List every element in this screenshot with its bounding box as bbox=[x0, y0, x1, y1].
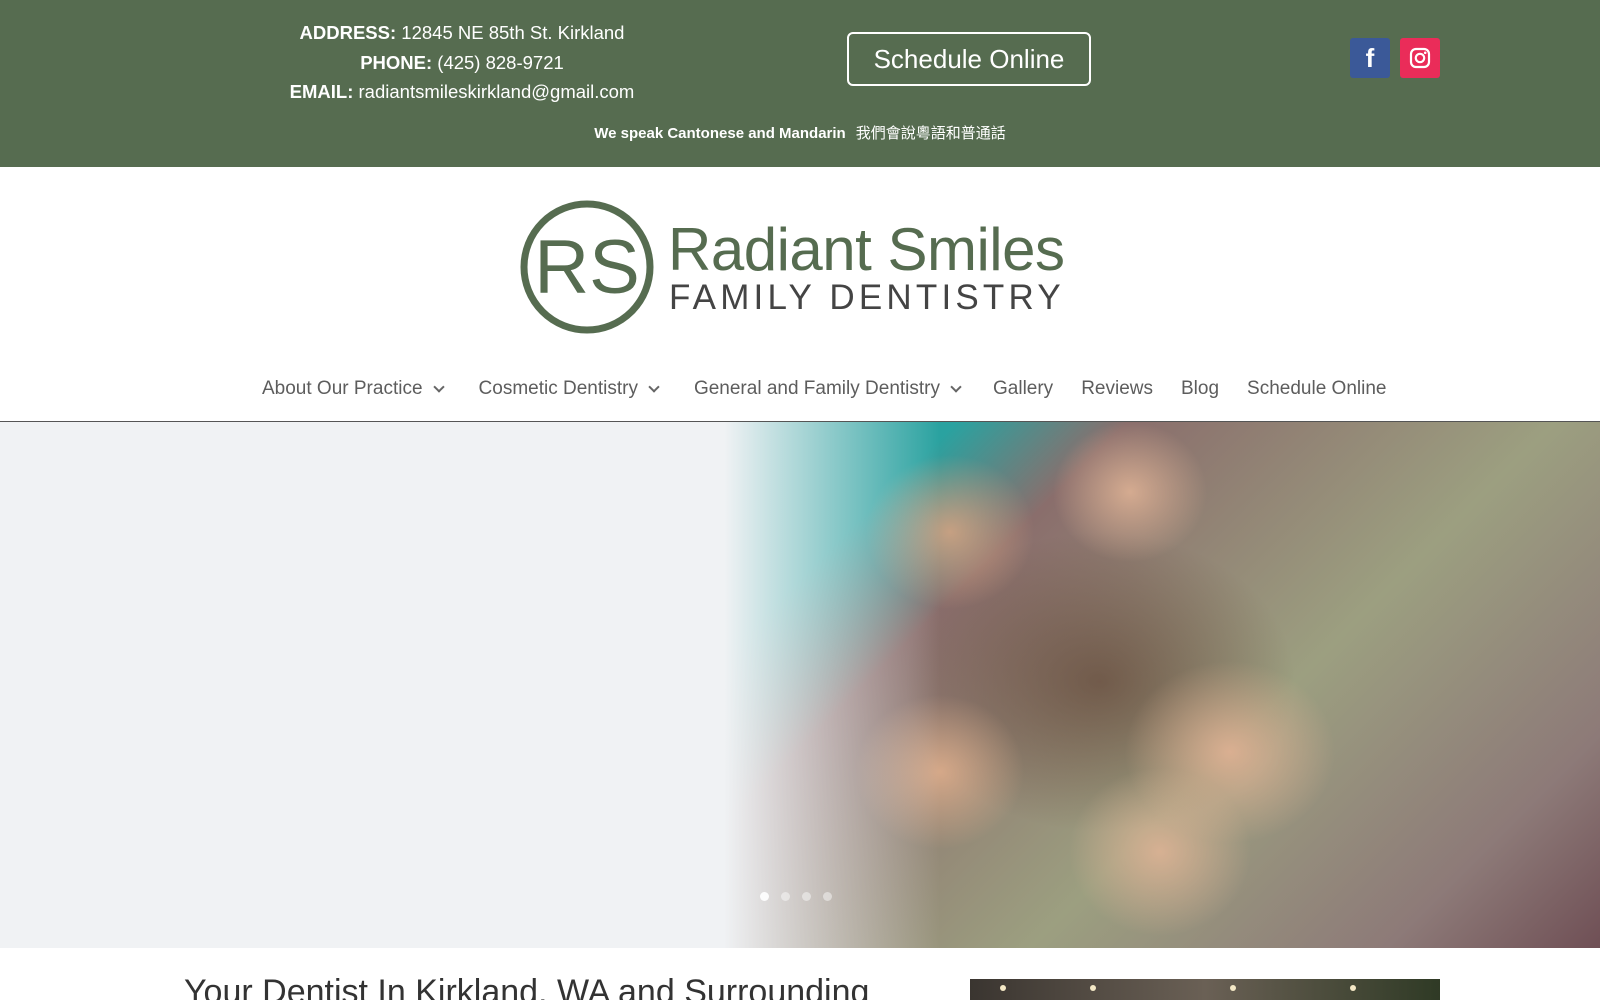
svg-text:RS: RS bbox=[534, 225, 640, 310]
address-value: 12845 NE 85th St. Kirkland bbox=[401, 22, 625, 43]
nav-item-label: Schedule Online bbox=[1247, 378, 1387, 399]
site-logo[interactable]: RS Radiant Smiles FAMILY DENTISTRY bbox=[518, 198, 1088, 336]
nav-item-label: General and Family Dentistry bbox=[693, 378, 940, 399]
instagram-link[interactable] bbox=[1400, 38, 1440, 78]
slider-dot[interactable] bbox=[760, 892, 769, 901]
ceiling-light bbox=[1230, 985, 1236, 991]
nav-item-blog[interactable]: Blog bbox=[1181, 378, 1219, 400]
nav-item-label: Gallery bbox=[993, 378, 1054, 399]
email-row: EMAIL: radiantsmileskirkland@gmail.com bbox=[262, 77, 662, 107]
slider-dot[interactable] bbox=[781, 892, 790, 901]
chevron-down-icon bbox=[950, 381, 962, 393]
nav-item-label: About Our Practice bbox=[262, 378, 423, 399]
nav-item-label: Reviews bbox=[1081, 378, 1153, 399]
address-row: ADDRESS: 12845 NE 85th St. Kirkland bbox=[262, 18, 662, 48]
languages-text: We speak Cantonese and Mandarin bbox=[594, 125, 846, 142]
facebook-icon: f bbox=[1365, 43, 1375, 73]
rs-monogram-icon: RS bbox=[520, 200, 654, 334]
logo-subtitle: FAMILY DENTISTRY bbox=[669, 278, 1065, 317]
slider-dot[interactable] bbox=[802, 892, 811, 901]
languages-text-chinese: 我們會說粵語和普通話 bbox=[855, 125, 1006, 142]
office-photo bbox=[970, 979, 1440, 1000]
slider-dot[interactable] bbox=[823, 892, 832, 901]
contact-info: ADDRESS: 12845 NE 85th St. Kirkland PHON… bbox=[262, 18, 662, 107]
phone-row: PHONE: (425) 828-9721 bbox=[262, 48, 662, 78]
chevron-down-icon bbox=[432, 381, 445, 393]
page-headline: Your Dentist In Kirkland, WA and Surroun… bbox=[184, 973, 870, 1000]
logo-name: Radiant Smiles bbox=[668, 216, 1065, 283]
top-contact-bar: ADDRESS: 12845 NE 85th St. Kirkland PHON… bbox=[0, 0, 1600, 167]
nav-item-about[interactable]: About Our Practice bbox=[262, 378, 445, 400]
phone-value[interactable]: (425) 828-9721 bbox=[437, 52, 564, 73]
email-value[interactable]: radiantsmileskirkland@gmail.com bbox=[359, 81, 635, 102]
main-navigation: About Our Practice Cosmetic Dentistry Ge… bbox=[0, 370, 1600, 422]
slider-dots bbox=[760, 892, 832, 901]
languages-note: We speak Cantonese and Mandarin 我們會說粵語和普通… bbox=[0, 122, 1600, 143]
hero-slider bbox=[0, 422, 1600, 948]
hero-image-fade bbox=[700, 422, 940, 948]
nav-item-gallery[interactable]: Gallery bbox=[993, 378, 1053, 400]
nav-menu: About Our Practice Cosmetic Dentistry Ge… bbox=[262, 378, 1386, 400]
ceiling-light bbox=[1350, 985, 1356, 991]
ceiling-light bbox=[1000, 985, 1006, 991]
ceiling-light bbox=[1090, 985, 1096, 991]
nav-item-label: Blog bbox=[1181, 378, 1220, 399]
facebook-link[interactable]: f bbox=[1350, 38, 1390, 78]
address-label: ADDRESS: bbox=[299, 22, 397, 43]
instagram-icon bbox=[1409, 47, 1431, 69]
email-label: EMAIL: bbox=[289, 81, 354, 102]
nav-item-label: Cosmetic Dentistry bbox=[478, 378, 638, 399]
nav-item-cosmetic[interactable]: Cosmetic Dentistry bbox=[478, 378, 660, 400]
chevron-down-icon bbox=[648, 381, 660, 393]
nav-item-reviews[interactable]: Reviews bbox=[1081, 378, 1153, 400]
phone-label: PHONE: bbox=[360, 51, 433, 73]
schedule-online-button[interactable]: Schedule Online bbox=[847, 32, 1091, 86]
nav-item-general[interactable]: General and Family Dentistry bbox=[693, 378, 962, 400]
nav-item-schedule[interactable]: Schedule Online bbox=[1247, 378, 1386, 400]
